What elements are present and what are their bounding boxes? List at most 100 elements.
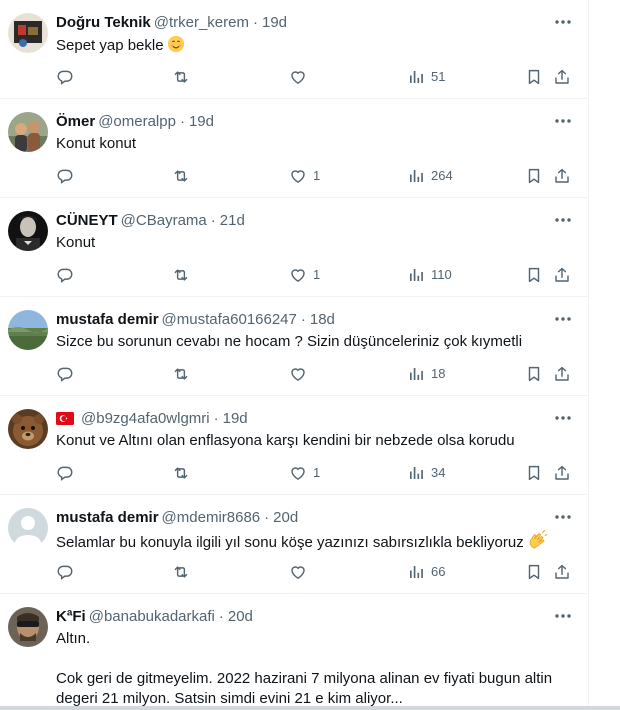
clapping-hands-icon — [527, 529, 549, 556]
share-button[interactable] — [553, 265, 571, 285]
reply-item[interactable]: KªFi @banabukadarkafi · 20d Altın. Cok geri d… — [0, 594, 589, 710]
bookmark-button[interactable] — [525, 166, 543, 186]
reply-item[interactable]: mustafa demir @mustafa60166247 · 18d Sizce b… — [0, 297, 589, 396]
views-button[interactable]: 264 — [407, 166, 453, 186]
more-options-icon[interactable] — [553, 606, 573, 626]
reply-item[interactable]: CÜNEYT @CBayrama · 21d Konut 1 110 — [0, 198, 589, 297]
views-button[interactable]: 18 — [407, 364, 445, 384]
share-button[interactable] — [553, 364, 571, 384]
avatar[interactable] — [8, 409, 48, 449]
view-count: 51 — [431, 69, 446, 84]
reply-button[interactable] — [56, 463, 74, 483]
action-bar: 1 110 — [56, 265, 576, 285]
retweet-button[interactable] — [172, 364, 190, 384]
bookmark-button[interactable] — [525, 67, 543, 87]
display-name[interactable]: KªFi — [56, 608, 86, 625]
share-button[interactable] — [553, 463, 571, 483]
timestamp[interactable]: 21d — [220, 212, 245, 229]
like-button[interactable] — [289, 67, 307, 87]
share-icon — [553, 68, 571, 86]
retweet-button[interactable] — [172, 562, 190, 582]
user-handle[interactable]: @banabukadarkafi — [89, 608, 215, 625]
retweet-icon — [172, 266, 190, 284]
reply-paragraph-text: Selamlar bu konuyla ilgili yıl sonu köşe… — [56, 534, 524, 551]
user-handle[interactable]: @mdemir8686 — [162, 509, 261, 526]
action-bar: 1 34 — [56, 463, 576, 483]
bar-chart-icon — [407, 365, 425, 383]
more-options-icon[interactable] — [553, 111, 573, 131]
timestamp[interactable]: 20d — [273, 509, 298, 526]
share-icon — [553, 266, 571, 284]
reply-header: KªFi @banabukadarkafi · 20d — [56, 607, 253, 627]
timestamp[interactable]: 19d — [223, 410, 248, 427]
reply-item[interactable]: @b9zg4afa0wlgmri · 19d Konut ve Altını olan… — [0, 396, 589, 495]
like-button[interactable]: 1 — [289, 265, 320, 285]
display-name[interactable]: Ömer — [56, 113, 95, 130]
more-options-icon[interactable] — [553, 12, 573, 32]
views-button[interactable]: 51 — [407, 67, 445, 87]
view-count: 66 — [431, 564, 446, 579]
retweet-button[interactable] — [172, 265, 190, 285]
timestamp[interactable]: 19d — [189, 113, 214, 130]
views-button[interactable]: 34 — [407, 463, 445, 483]
reply-item[interactable]: Ömer @omeralpp · 19d Konut konut 1 264 — [0, 99, 589, 198]
user-handle[interactable]: @CBayrama — [121, 212, 207, 229]
share-button[interactable] — [553, 166, 571, 186]
reply-button[interactable] — [56, 364, 74, 384]
more-options-icon[interactable] — [553, 309, 573, 329]
reply-button[interactable] — [56, 562, 74, 582]
bar-chart-icon — [407, 266, 425, 284]
user-handle[interactable]: @mustafa60166247 — [162, 311, 297, 328]
user-handle[interactable]: @trker_kerem — [154, 14, 249, 31]
retweet-button[interactable] — [172, 67, 190, 87]
views-button[interactable]: 66 — [407, 562, 445, 582]
like-button[interactable] — [289, 562, 307, 582]
avatar[interactable] — [8, 112, 48, 152]
reply-icon — [56, 266, 74, 284]
avatar[interactable] — [8, 607, 48, 647]
retweet-icon — [172, 464, 190, 482]
display-name[interactable]: mustafa demir — [56, 509, 159, 526]
timestamp[interactable]: 18d — [310, 311, 335, 328]
display-name[interactable]: mustafa demir — [56, 311, 159, 328]
action-bar: 1 264 — [56, 166, 576, 186]
heart-icon — [289, 167, 307, 185]
timestamp[interactable]: 19d — [262, 14, 287, 31]
bookmark-button[interactable] — [525, 463, 543, 483]
user-handle[interactable]: @b9zg4afa0wlgmri — [81, 410, 210, 427]
avatar[interactable] — [8, 211, 48, 251]
share-button[interactable] — [553, 67, 571, 87]
bookmark-button[interactable] — [525, 265, 543, 285]
bookmark-button[interactable] — [525, 562, 543, 582]
like-button[interactable] — [289, 364, 307, 384]
horizontal-scrollbar[interactable] — [0, 706, 620, 710]
display-name[interactable]: CÜNEYT — [56, 212, 118, 229]
like-button[interactable]: 1 — [289, 463, 320, 483]
avatar[interactable] — [8, 508, 48, 548]
reply-item[interactable]: mustafa demir @mdemir8686 · 20d Selamlar bu … — [0, 495, 589, 594]
avatar[interactable] — [8, 13, 48, 53]
reply-paragraph: Konut konut — [56, 134, 566, 154]
avatar[interactable] — [8, 310, 48, 350]
reply-button[interactable] — [56, 265, 74, 285]
retweet-button[interactable] — [172, 166, 190, 186]
retweet-button[interactable] — [172, 463, 190, 483]
reply-header: CÜNEYT @CBayrama · 21d — [56, 211, 245, 231]
views-button[interactable]: 110 — [407, 265, 452, 285]
more-options-icon[interactable] — [553, 408, 573, 428]
user-handle[interactable]: @omeralpp — [98, 113, 176, 130]
reply-item[interactable]: Doğru Teknik @trker_kerem · 19d Sepet yap be… — [0, 0, 589, 99]
more-options-icon[interactable] — [553, 210, 573, 230]
display-name[interactable]: Doğru Teknik — [56, 14, 151, 31]
share-button[interactable] — [553, 562, 571, 582]
turkey-flag-icon — [56, 411, 74, 431]
more-options-icon[interactable] — [553, 507, 573, 527]
timestamp[interactable]: 20d — [228, 608, 253, 625]
reply-button[interactable] — [56, 67, 74, 87]
reply-paragraph-text: Konut — [56, 234, 96, 251]
reply-button[interactable] — [56, 166, 74, 186]
retweet-icon — [172, 563, 190, 581]
retweet-icon — [172, 68, 190, 86]
bookmark-button[interactable] — [525, 364, 543, 384]
like-button[interactable]: 1 — [289, 166, 320, 186]
